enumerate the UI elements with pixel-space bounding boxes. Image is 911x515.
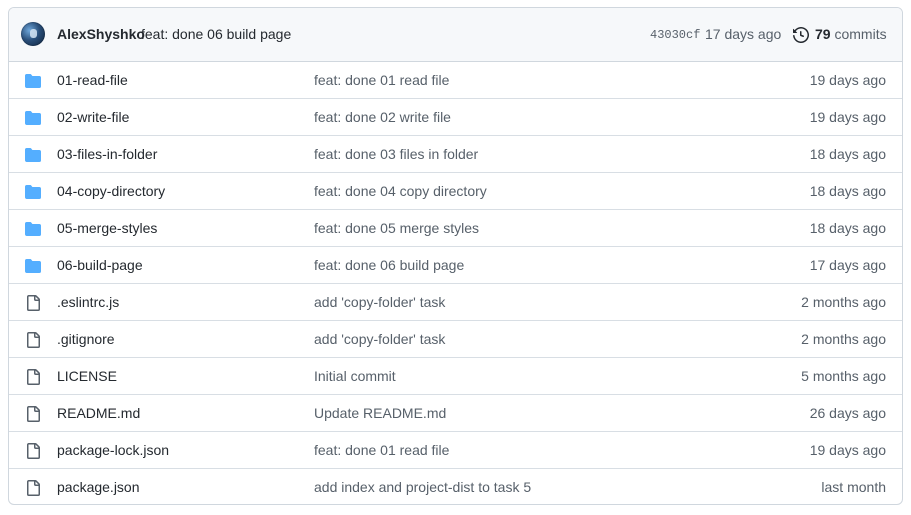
file-name-link[interactable]: .eslintrc.js	[57, 294, 119, 310]
commit-age: 18 days ago	[809, 220, 886, 236]
file-name-link[interactable]: package-lock.json	[57, 442, 169, 458]
file-row[interactable]: 01-read-file feat: done 01 read file 19 da…	[9, 62, 902, 98]
commit-message-link[interactable]: feat: done 01 read file	[314, 72, 449, 88]
file-icon	[27, 406, 40, 422]
folder-icon	[25, 222, 41, 236]
commit-age: 2 months ago	[801, 294, 886, 310]
commit-age: last month	[821, 479, 886, 495]
file-name-link[interactable]: 03-files-in-folder	[57, 146, 157, 162]
file-icon	[27, 480, 40, 496]
commit-age: 17 days ago	[809, 257, 886, 273]
file-row[interactable]: LICENSE Initial commit 5 months ago	[9, 357, 902, 394]
file-row[interactable]: .gitignore add 'copy-folder' task 2 months…	[9, 320, 902, 357]
file-name-link[interactable]: README.md	[57, 405, 140, 421]
file-row[interactable]: .eslintrc.js add 'copy-folder' task 2 mont…	[9, 283, 902, 320]
commit-message-link[interactable]: feat: done 02 write file	[314, 109, 451, 125]
file-name-link[interactable]: 04-copy-directory	[57, 183, 165, 199]
folder-icon	[25, 74, 41, 88]
commit-message-link[interactable]: feat: done 06 build page	[314, 257, 464, 273]
commit-message-link[interactable]: add 'copy-folder' task	[314, 331, 445, 347]
folder-icon	[25, 185, 41, 199]
commit-age: 19 days ago	[809, 109, 886, 125]
commit-message-link[interactable]: Update README.md	[314, 405, 446, 421]
file-name-link[interactable]: 06-build-page	[57, 257, 143, 273]
file-name-link[interactable]: LICENSE	[57, 368, 117, 384]
file-row[interactable]: README.md Update README.md 26 days ago	[9, 394, 902, 431]
commit-message-link[interactable]: feat: done 04 copy directory	[314, 183, 487, 199]
commit-time: 17 days ago	[705, 26, 782, 42]
file-name-link[interactable]: .gitignore	[57, 331, 115, 347]
commit-message-link[interactable]: add 'copy-folder' task	[314, 294, 445, 310]
commit-age: 19 days ago	[809, 72, 886, 88]
file-icon	[27, 295, 40, 311]
file-list: 01-read-file feat: done 01 read file 19 da…	[9, 62, 902, 504]
commit-message-link[interactable]: feat: done 03 files in folder	[314, 146, 478, 162]
commit-message-link[interactable]: feat: done 01 read file	[314, 442, 449, 458]
file-icon	[27, 332, 40, 348]
commit-age: 5 months ago	[801, 368, 886, 384]
file-row[interactable]: 03-files-in-folder feat: done 03 files in…	[9, 135, 902, 172]
file-icon	[27, 369, 40, 385]
file-row[interactable]: 05-merge-styles feat: done 05 merge style…	[9, 209, 902, 246]
file-row[interactable]: 04-copy-directory feat: done 04 copy dire…	[9, 172, 902, 209]
file-name-link[interactable]: 02-write-file	[57, 109, 129, 125]
commit-message[interactable]: feat: done 06 build page	[141, 26, 291, 42]
commit-age: 2 months ago	[801, 331, 886, 347]
commits-label: commits	[834, 26, 887, 42]
commit-age: 26 days ago	[809, 405, 886, 421]
history-icon[interactable]	[793, 27, 809, 43]
file-row[interactable]: 02-write-file feat: done 02 write file 19 …	[9, 98, 902, 135]
folder-icon	[25, 148, 41, 162]
commit-message-link[interactable]: feat: done 05 merge styles	[314, 220, 479, 236]
file-row[interactable]: 06-build-page feat: done 06 build page 17 …	[9, 246, 902, 283]
commit-age: 18 days ago	[809, 146, 886, 162]
file-icon	[27, 443, 40, 459]
commit-age: 19 days ago	[809, 442, 886, 458]
file-name-link[interactable]: 05-merge-styles	[57, 220, 157, 236]
commit-sha[interactable]: 43030cf	[650, 28, 700, 42]
commits-count: 79	[815, 26, 831, 42]
file-row[interactable]: package-lock.json feat: done 01 read file…	[9, 431, 902, 468]
commit-message-link[interactable]: add index and project-dist to task 5	[314, 479, 531, 495]
commit-message-link[interactable]: Initial commit	[314, 368, 396, 384]
folder-icon	[25, 259, 41, 273]
file-row[interactable]: package.json add index and project-dist t…	[9, 468, 902, 504]
folder-icon	[25, 111, 41, 125]
file-name-link[interactable]: 01-read-file	[57, 72, 128, 88]
avatar[interactable]	[21, 22, 45, 46]
file-name-link[interactable]: package.json	[57, 479, 140, 495]
file-browser: AlexShyshko feat: done 06 build page 430…	[8, 7, 903, 505]
commit-author[interactable]: AlexShyshko	[57, 26, 145, 42]
commits-link[interactable]: 79 commits	[815, 26, 887, 42]
latest-commit-bar: AlexShyshko feat: done 06 build page 430…	[9, 8, 902, 62]
commit-age: 18 days ago	[809, 183, 886, 199]
